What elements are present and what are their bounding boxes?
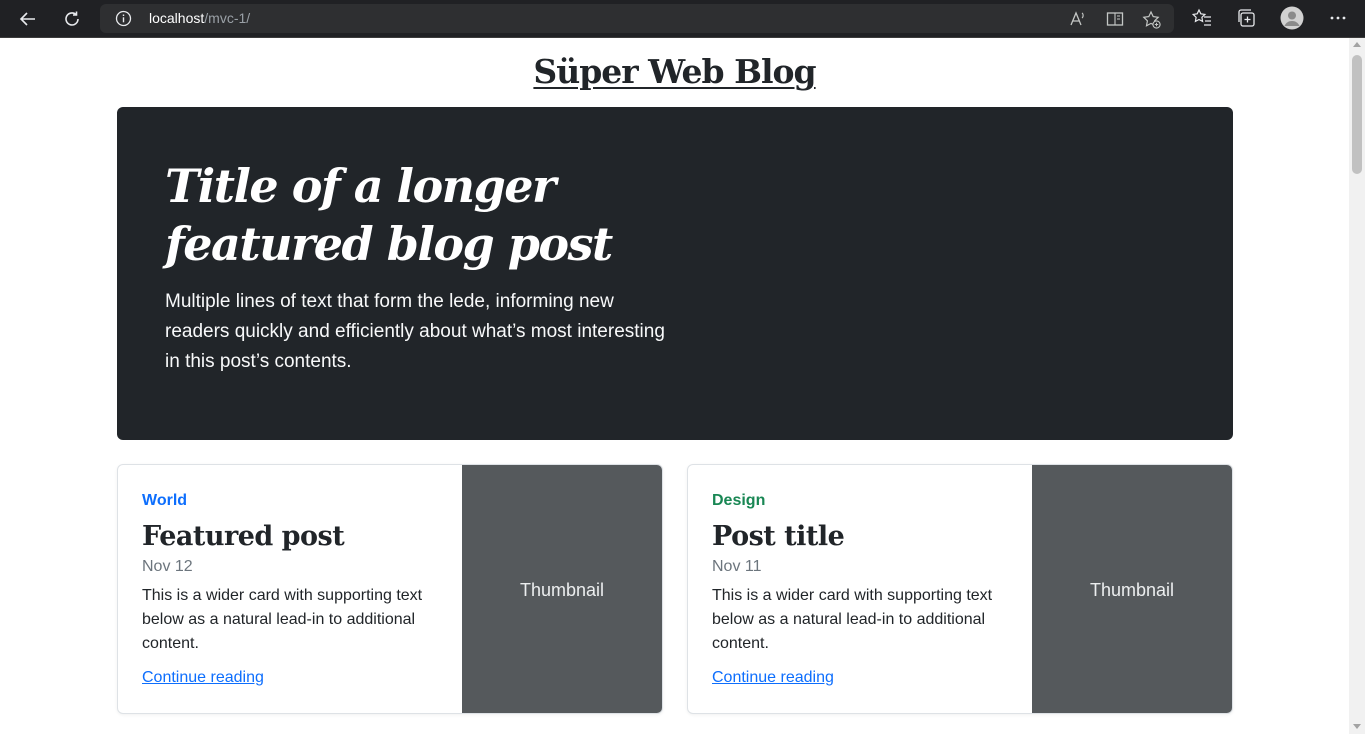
browser-toolbar: localhost/mvc-1/	[0, 0, 1365, 38]
immersive-reader-icon[interactable]	[1105, 9, 1125, 29]
hero-title: Title of a longer featured blog post	[165, 159, 613, 271]
card-text: This is a wider card with supporting tex…	[712, 587, 993, 652]
continue-reading-link[interactable]: Continue reading	[142, 669, 264, 687]
card-date: Nov 11	[712, 558, 762, 575]
post-card: World Featured post Nov 12 This is a wid…	[117, 464, 663, 714]
card-category: Design	[712, 492, 766, 509]
card-title: Featured post	[142, 521, 345, 552]
card-date: Nov 12	[142, 558, 193, 575]
url-host: localhost	[149, 10, 205, 26]
add-favorite-icon[interactable]	[1141, 9, 1161, 29]
scroll-up-arrow-icon[interactable]	[1353, 42, 1361, 47]
site-title-link[interactable]: Süper Web Blog	[533, 52, 816, 91]
back-arrow-icon[interactable]	[14, 5, 42, 33]
thumbnail-label: Thumbnail	[1089, 579, 1175, 600]
card-title: Post title	[712, 521, 845, 552]
card-thumbnail: Thumbnail	[462, 465, 662, 713]
info-icon[interactable]	[114, 9, 133, 28]
scrollbar-thumb[interactable]	[1352, 55, 1362, 174]
url-path: /mvc-1/	[204, 10, 251, 26]
read-aloud-icon[interactable]	[1068, 9, 1088, 29]
refresh-icon[interactable]	[58, 5, 86, 33]
card-category: World	[142, 492, 188, 509]
more-icon[interactable]	[1326, 6, 1350, 30]
address-bar[interactable]: localhost/mvc-1/	[100, 4, 1174, 33]
scroll-down-arrow-icon[interactable]	[1353, 724, 1361, 729]
profile-icon[interactable]	[1280, 6, 1304, 30]
collections-icon[interactable]	[1234, 6, 1258, 30]
card-thumbnail: Thumbnail	[1032, 465, 1232, 713]
featured-hero: Title of a longer featured blog post Mul…	[117, 107, 1233, 440]
post-card: Design Post title Nov 11 This is a wider…	[687, 464, 1233, 714]
favorites-icon[interactable]	[1190, 6, 1214, 30]
hero-lede: Multiple lines of text that form the led…	[165, 291, 665, 372]
card-text: This is a wider card with supporting tex…	[142, 587, 423, 652]
vertical-scrollbar[interactable]	[1349, 38, 1365, 734]
page-viewport: Süper Web Blog Title of a longer feature…	[0, 38, 1349, 734]
url-text: localhost/mvc-1/	[149, 10, 250, 26]
thumbnail-label: Thumbnail	[519, 579, 605, 600]
continue-reading-link[interactable]: Continue reading	[712, 669, 834, 687]
site-title: Süper Web Blog	[0, 52, 1349, 91]
